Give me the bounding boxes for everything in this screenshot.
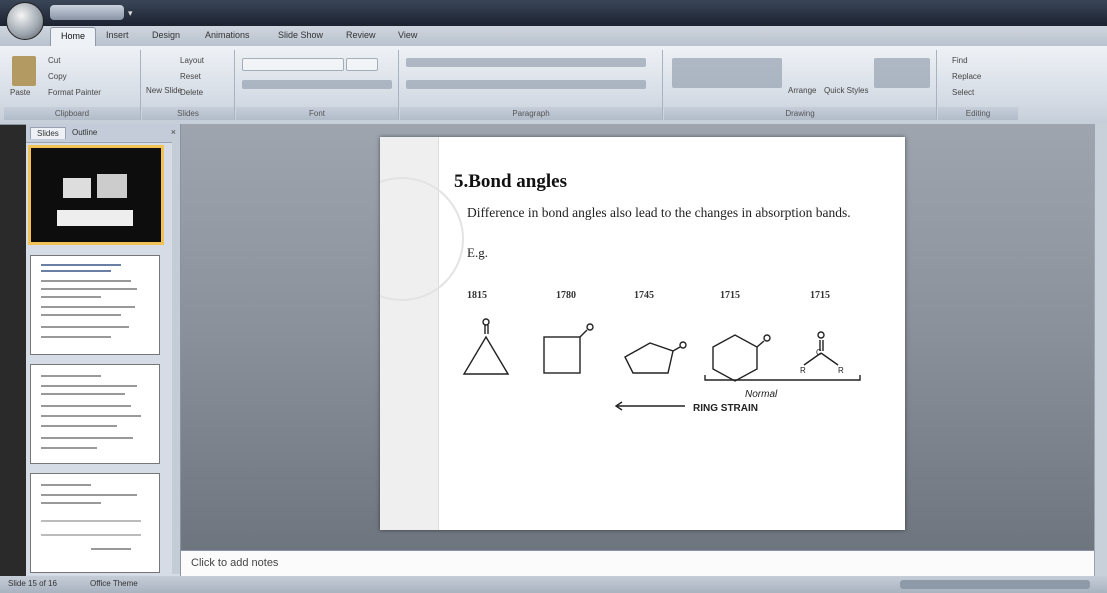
slides-scrollbar[interactable] bbox=[172, 134, 180, 574]
quick-access-toolbar[interactable] bbox=[50, 5, 124, 20]
tab-outline[interactable]: Outline bbox=[66, 127, 103, 138]
status-bar: Slide 15 of 16 Office Theme bbox=[0, 576, 1107, 593]
thumb-shape bbox=[97, 174, 127, 198]
font-group: Font bbox=[236, 50, 399, 120]
arrange-button[interactable]: Arrange bbox=[788, 86, 816, 95]
tab-insert[interactable]: Insert bbox=[106, 30, 129, 40]
new-slide-button[interactable]: New Slide bbox=[146, 86, 182, 95]
slide-thumbnail[interactable] bbox=[30, 255, 160, 355]
font-format-buttons[interactable] bbox=[242, 80, 392, 89]
paragraph-group: Paragraph bbox=[400, 50, 663, 120]
tab-review[interactable]: Review bbox=[346, 30, 376, 40]
thumb-line bbox=[41, 447, 97, 449]
slides-group: New Slide Layout Reset Delete Slides bbox=[142, 50, 235, 120]
tab-view[interactable]: View bbox=[398, 30, 417, 40]
font-size-box[interactable] bbox=[346, 58, 378, 71]
paragraph-group-label: Paragraph bbox=[400, 107, 662, 120]
font-name-box[interactable] bbox=[242, 58, 344, 71]
clipboard-group: Paste Cut Copy Format Painter Clipboard bbox=[4, 50, 141, 120]
window-title bbox=[440, 7, 690, 20]
copy-button[interactable]: Copy bbox=[48, 72, 67, 81]
normal-label: Normal bbox=[745, 389, 778, 400]
svg-text:R: R bbox=[838, 366, 844, 375]
thumb-line bbox=[41, 415, 141, 417]
cyclopropanone-structure bbox=[462, 318, 510, 375]
quick-styles-button[interactable]: Quick Styles bbox=[824, 86, 868, 95]
editing-group: Find Replace Select Editing bbox=[938, 50, 1018, 120]
thumb-line bbox=[91, 548, 131, 550]
qat-dropdown-icon[interactable]: ▾ bbox=[128, 8, 133, 19]
clipboard-group-label: Clipboard bbox=[4, 107, 140, 120]
thumb-line bbox=[41, 534, 141, 536]
paste-icon[interactable] bbox=[12, 56, 36, 86]
tab-design[interactable]: Design bbox=[152, 30, 180, 40]
tab-slides[interactable]: Slides bbox=[30, 127, 66, 139]
layout-button[interactable]: Layout bbox=[180, 56, 204, 65]
thumb-line bbox=[41, 393, 125, 395]
slide-indicator: Slide 15 of 16 bbox=[8, 579, 57, 588]
thumb-line bbox=[41, 306, 135, 308]
molecule-diagrams: R R C bbox=[462, 318, 861, 411]
theme-indicator: Office Theme bbox=[90, 579, 138, 588]
thumb-line bbox=[41, 336, 111, 338]
ribbon-tabs: Home Insert Design Animations Slide Show… bbox=[0, 26, 1107, 50]
thumb-line bbox=[41, 296, 101, 298]
pane-tabs: Slides Outline × bbox=[26, 124, 180, 143]
notes-placeholder[interactable]: Click to add notes bbox=[191, 557, 278, 569]
format-painter-button[interactable]: Format Painter bbox=[48, 88, 101, 97]
paste-label[interactable]: Paste bbox=[10, 88, 30, 97]
tab-animations[interactable]: Animations bbox=[205, 30, 250, 40]
slide[interactable]: 5.Bond angles Difference in bond angles … bbox=[380, 137, 905, 530]
thumb-line bbox=[41, 314, 121, 316]
paragraph-buttons-row1[interactable] bbox=[406, 58, 646, 67]
title-bar: ▾ bbox=[0, 0, 1107, 26]
thumb-line bbox=[41, 288, 137, 290]
slide-thumbnail[interactable] bbox=[28, 145, 164, 245]
thumb-line bbox=[41, 405, 131, 407]
shape-fill-options[interactable] bbox=[874, 58, 930, 88]
slide-thumbnail[interactable] bbox=[30, 364, 160, 464]
drawing-group: Arrange Quick Styles Drawing bbox=[664, 50, 937, 120]
thumb-line bbox=[41, 520, 141, 522]
thumb-line bbox=[41, 437, 133, 439]
thumb-line bbox=[41, 280, 131, 282]
drawing-group-label: Drawing bbox=[664, 107, 936, 120]
paragraph-buttons-row2[interactable] bbox=[406, 80, 646, 89]
editing-group-label: Editing bbox=[938, 107, 1018, 120]
svg-text:C: C bbox=[816, 348, 822, 357]
thumb-line bbox=[41, 502, 101, 504]
thumb-line bbox=[41, 270, 111, 272]
tab-slide-show[interactable]: Slide Show bbox=[278, 30, 323, 40]
vertical-scrollbar[interactable] bbox=[1094, 124, 1107, 576]
thumb-line bbox=[41, 494, 137, 496]
delete-button[interactable]: Delete bbox=[180, 88, 203, 97]
font-group-label: Font bbox=[236, 107, 398, 120]
ribbon: Paste Cut Copy Format Painter Clipboard … bbox=[0, 46, 1107, 125]
slides-group-label: Slides bbox=[142, 107, 234, 120]
thumb-line bbox=[41, 375, 101, 377]
thumb-shape bbox=[63, 178, 91, 198]
office-button[interactable] bbox=[6, 2, 44, 40]
thumb-line bbox=[41, 484, 91, 486]
cut-button[interactable]: Cut bbox=[48, 56, 60, 65]
thumb-shape bbox=[57, 210, 133, 226]
cyclobutanone-structure bbox=[543, 323, 594, 374]
cyclohexanone-structure bbox=[712, 334, 771, 382]
slide-thumbnail[interactable] bbox=[30, 473, 160, 573]
ring-strain-label: RING STRAIN bbox=[693, 403, 758, 414]
thumb-line bbox=[41, 385, 137, 387]
zoom-slider[interactable] bbox=[900, 580, 1090, 589]
shapes-gallery[interactable] bbox=[672, 58, 782, 88]
replace-button[interactable]: Replace bbox=[952, 72, 981, 81]
thumb-line bbox=[41, 264, 121, 266]
reset-button[interactable]: Reset bbox=[180, 72, 201, 81]
find-button[interactable]: Find bbox=[952, 56, 968, 65]
cyclopentanone-structure bbox=[624, 341, 687, 374]
svg-text:R: R bbox=[800, 366, 806, 375]
thumb-line bbox=[41, 326, 129, 328]
notes-pane[interactable]: Click to add notes bbox=[181, 550, 1094, 577]
thumb-line bbox=[41, 425, 117, 427]
select-button[interactable]: Select bbox=[952, 88, 974, 97]
